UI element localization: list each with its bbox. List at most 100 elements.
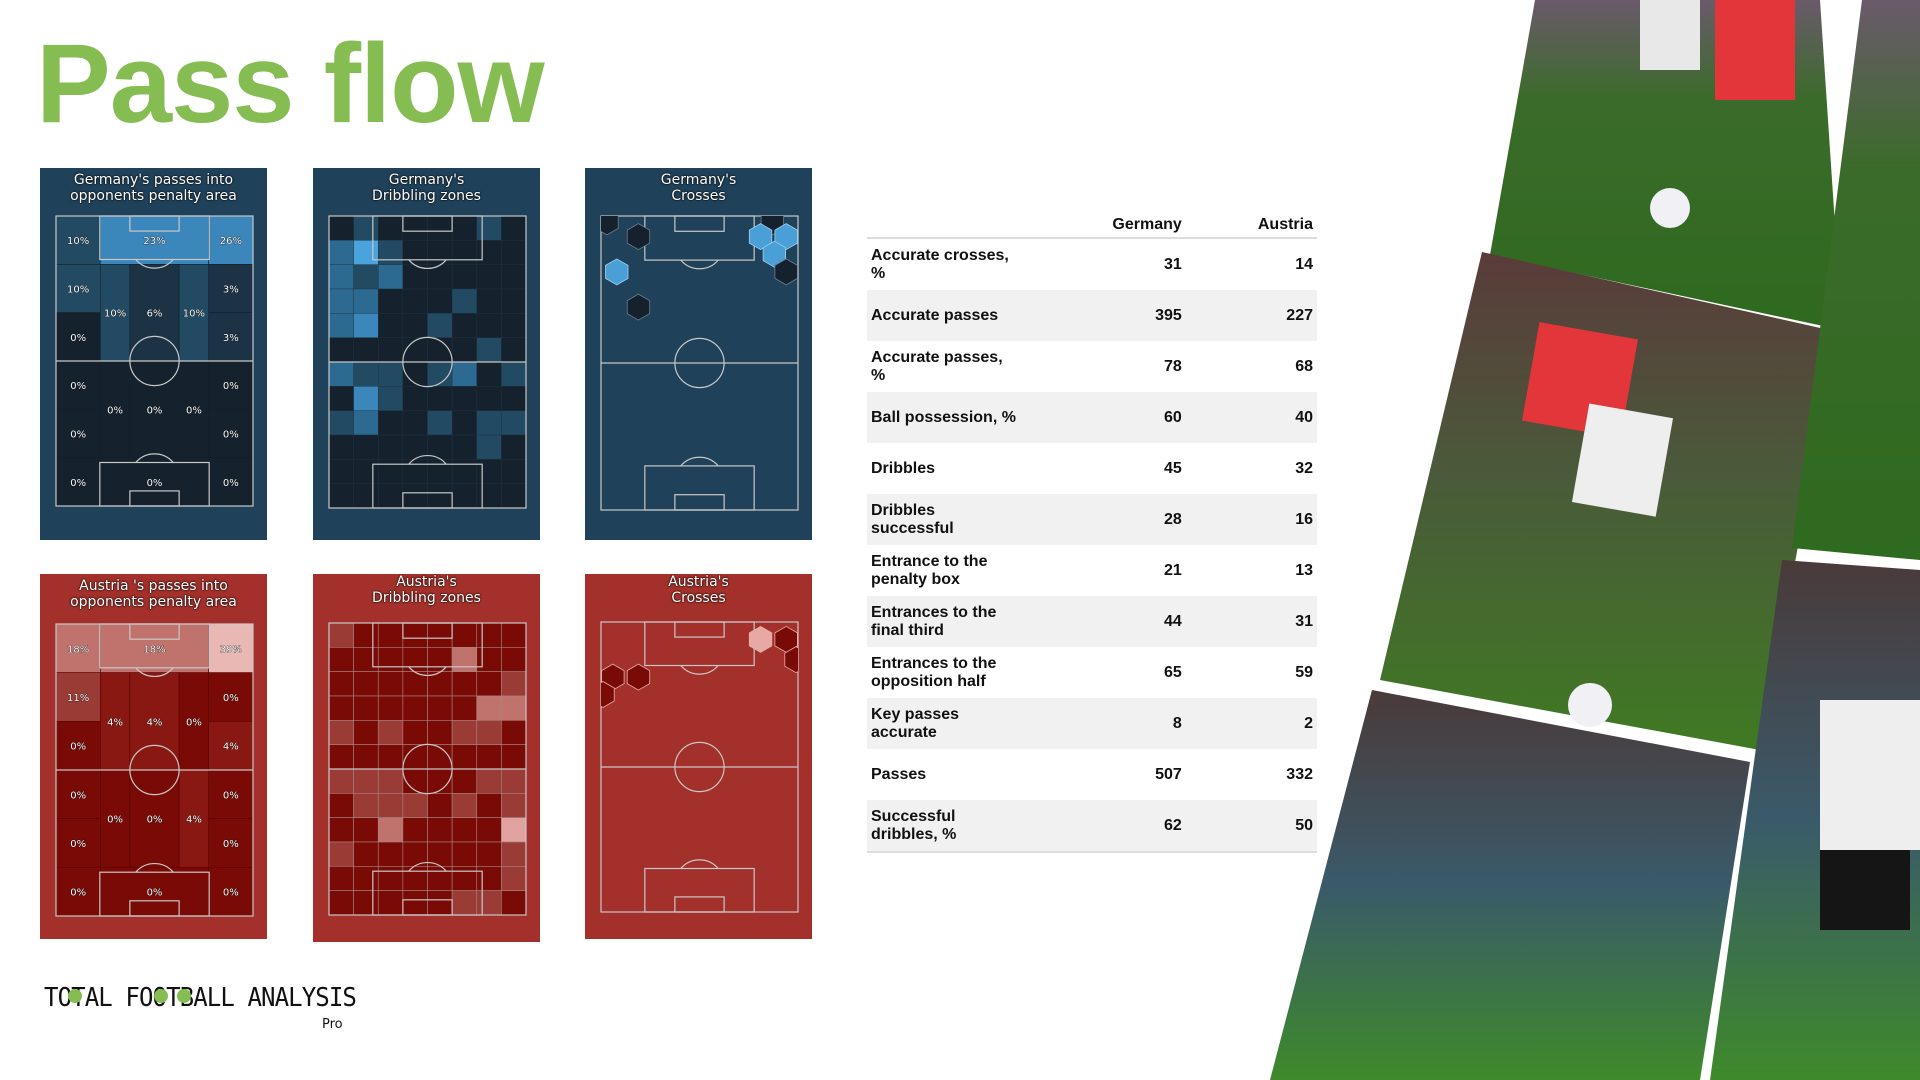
dribble-cell (451, 695, 478, 721)
dribble-cell (501, 434, 527, 460)
dribble-cell (402, 410, 428, 436)
dribble-cell (353, 264, 379, 290)
dribble-cell (427, 410, 453, 436)
dribble-cell (402, 483, 428, 509)
penalty-box-top (644, 215, 755, 261)
dribble-cell (476, 483, 502, 509)
germany-dribbling-heatmap (328, 215, 527, 509)
dribble-cell (427, 793, 453, 818)
dribble-cell (353, 793, 379, 818)
dribble-cell (378, 483, 404, 509)
dribble-cell (402, 459, 428, 484)
dribble-cell (328, 459, 354, 484)
panel-title: Germany's Dribbling zones (313, 172, 540, 204)
stats-row: Ball possession, % 60 40 (867, 392, 1317, 443)
stats-germany-value: 395 (1025, 290, 1186, 341)
zone-value-label: 0% (70, 430, 86, 441)
dribble-cell (451, 793, 478, 818)
stats-germany-value: 65 (1164, 663, 1182, 681)
stats-row: Dribbles successful 28 16 (867, 494, 1317, 545)
dribble-cell (451, 817, 478, 843)
zone-value-label: 11% (67, 693, 89, 704)
dribble-cell (451, 744, 478, 770)
stats-label: Accurate crosses, % (871, 246, 1009, 282)
stats-row: Passes 507 332 (867, 749, 1317, 800)
dribble-cell (378, 264, 404, 290)
six-yard-box-top (674, 215, 725, 232)
austria-dribbling-heatmap (328, 622, 527, 916)
pitch-lines (600, 621, 799, 913)
dribble-cell (451, 215, 477, 241)
panel-title-line2: Dribbling zones (372, 188, 481, 204)
player-shirt-white (1571, 403, 1674, 517)
penalty-arc-bottom (680, 859, 719, 869)
dribble-cell (353, 744, 379, 770)
stats-germany-value: 62 (1025, 800, 1186, 853)
dribble-cell (501, 361, 527, 387)
zone-value-label: 0% (186, 717, 202, 728)
austria-crosses-hexmap (600, 621, 799, 913)
dribble-cell (476, 459, 502, 484)
stats-header-germany: Germany (1025, 212, 1186, 239)
dribble-cell (501, 793, 527, 818)
stats-table: Germany Austria Accurate crosses, % 31 14 A… (867, 212, 1317, 853)
dribble-cell (451, 768, 478, 794)
ball-image (1650, 188, 1690, 228)
dribble-cell (328, 890, 354, 916)
stats-label: Entrances to the final third (867, 596, 1025, 647)
stats-germany-value: 60 (1025, 392, 1186, 443)
zone-value-label: 0% (223, 839, 239, 850)
dribble-cell (377, 890, 404, 916)
dribble-cell (476, 866, 502, 891)
panel-title-line2: Crosses (671, 188, 726, 204)
dribble-cell (328, 793, 354, 818)
logo-text: TOTAL FOOTBALL ANALYSIS (44, 983, 356, 1013)
dribble-cell (378, 459, 404, 484)
ball-icon (177, 989, 191, 1003)
cross-hex-bin (748, 625, 773, 653)
dribble-cell (501, 671, 527, 697)
zone-value-label: 0% (107, 405, 123, 416)
zone-value-label: 0% (70, 790, 86, 801)
zone-value-label: 26% (220, 236, 242, 247)
dribble-cell (328, 671, 354, 697)
panel-title-line1: Germany's (388, 172, 465, 188)
dribble-cell (501, 866, 527, 891)
dribble-cell (427, 288, 453, 314)
dribble-cell (353, 622, 379, 648)
zone-value-label: 0% (147, 405, 163, 416)
zone-value-label: 10% (104, 309, 126, 320)
germany-crosses-hexmap (600, 215, 799, 511)
dribble-cell (328, 483, 354, 509)
dribble-cell (476, 313, 502, 338)
stats-label: Successful dribbles, % (867, 800, 1025, 853)
cross-hex-bin (626, 293, 651, 321)
panel-title-line2: Dribbling zones (372, 590, 481, 606)
dribble-cell (501, 647, 527, 672)
zone-value-label: 10% (67, 285, 89, 296)
dribble-cell (501, 841, 527, 867)
ball-icon (154, 989, 168, 1003)
photo-collage (1270, 0, 1920, 1080)
dribble-cell (451, 361, 477, 387)
dribble-cell (427, 866, 453, 891)
panel-title: Germany's Crosses (585, 172, 812, 204)
zone-value-label: 0% (223, 381, 239, 392)
zone-value-label: 4% (147, 717, 163, 728)
dribble-cell (328, 361, 354, 387)
dribble-cell (328, 215, 354, 241)
stats-header-label (867, 212, 1025, 239)
stats-label: Entrances to the opposition half (871, 654, 997, 690)
dribble-cell (501, 459, 527, 484)
dribble-cell (402, 695, 428, 721)
dribble-cell (501, 410, 527, 436)
dribble-cell (353, 695, 379, 721)
zone-value-label: 10% (183, 309, 205, 320)
panel-title: Germany's passes into opponents penalty … (40, 172, 267, 204)
panel-title: Austria 's passes into opponents penalty… (40, 578, 267, 610)
player-shirt-white (1820, 700, 1920, 850)
panel-title-line1: Austria's (396, 574, 457, 590)
stats-label: Entrance to the penalty box (871, 552, 988, 588)
dribble-cell (353, 768, 379, 794)
dribble-cell (476, 647, 502, 672)
